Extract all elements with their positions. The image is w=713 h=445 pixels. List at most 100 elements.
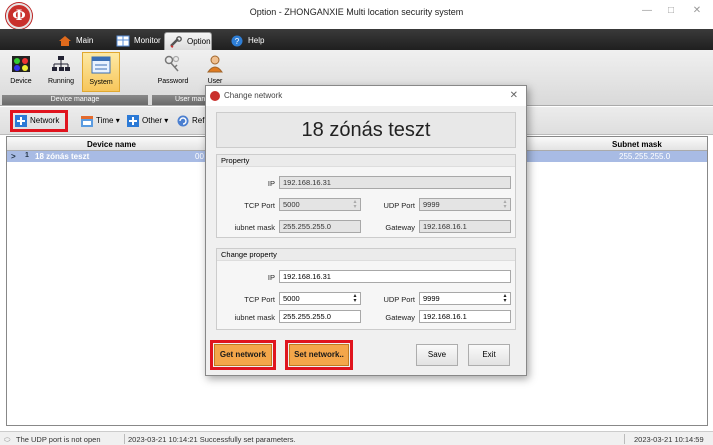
change-property-group-title: Change property xyxy=(217,249,515,261)
change-network-dialog: Change network ✕ 18 zónás teszt Property… xyxy=(205,85,527,376)
tab-main-label: Main xyxy=(76,36,94,45)
system-button[interactable]: System xyxy=(82,52,120,92)
subnet-mask-input[interactable]: 255.255.255.0 xyxy=(279,310,361,323)
help-icon: ? xyxy=(231,35,243,47)
subnet-mask-readonly-field: 255.255.255.0 xyxy=(279,220,361,233)
save-button[interactable]: Save xyxy=(416,344,458,366)
chevron-down-icon: ▾ xyxy=(113,116,120,125)
app-logo-icon xyxy=(210,91,220,101)
monitor-icon xyxy=(116,35,130,47)
maximize-button[interactable]: □ xyxy=(660,4,682,18)
chevron-down-icon: ▾ xyxy=(162,116,169,125)
udp-port-value: 9999 xyxy=(423,294,440,303)
get-network-button[interactable]: Get network xyxy=(214,344,272,366)
change-property-group: Change property IP 192.168.16.31 TCP Por… xyxy=(216,248,516,330)
status-clock: 2023-03-21 10:14:59 xyxy=(634,435,704,444)
property-group: Property IP 192.168.16.31 TCP Port 5000 … xyxy=(216,154,516,238)
refresh-icon xyxy=(177,115,189,127)
title-bar: Ф Option - ZHONGANXIE Multi location sec… xyxy=(0,0,713,30)
svg-text:?: ? xyxy=(235,37,240,46)
wrench-icon xyxy=(170,36,182,48)
set-network-button[interactable]: Set network.. xyxy=(289,344,349,366)
gateway-readonly-field: 192.168.16.1 xyxy=(419,220,511,233)
user-button-label: User xyxy=(207,78,223,85)
spinner-icon[interactable]: ▴ ▾ xyxy=(352,293,358,304)
home-icon xyxy=(59,36,71,46)
status-udp: The UDP port is not open xyxy=(16,435,101,444)
gateway-label: Gateway xyxy=(385,313,415,322)
udp-port-readonly-field: 9999 ▴ ▾ xyxy=(419,198,511,211)
subnet-mask-label: iubnet mask xyxy=(234,313,275,322)
gateway-label: Gateway xyxy=(385,223,415,232)
row-subnet-mask: 255.255.255.0 xyxy=(619,152,671,161)
network-highlight-frame xyxy=(10,110,68,132)
ip-label: IP xyxy=(267,179,275,188)
tab-help[interactable]: ? Help xyxy=(226,32,272,50)
tcp-port-value: 5000 xyxy=(283,294,300,303)
running-button[interactable]: Running xyxy=(42,52,80,92)
add-icon xyxy=(127,115,139,127)
tab-help-label: Help xyxy=(248,36,265,45)
status-divider xyxy=(124,434,125,444)
tab-option-label: Option xyxy=(187,37,211,46)
tcp-port-label: TCP Port xyxy=(244,295,275,304)
ip-label: IP xyxy=(267,273,275,282)
device-title: 18 zónás teszt xyxy=(216,112,516,148)
ip-input[interactable]: 192.168.16.31 xyxy=(279,270,511,283)
device-icon xyxy=(12,56,30,72)
spinner-icon[interactable]: ▴ ▾ xyxy=(502,293,508,304)
spinner-icon: ▴ ▾ xyxy=(353,199,357,210)
time-dropdown[interactable]: Time ▾ xyxy=(80,113,120,129)
device-manage-group-label: Device manage xyxy=(2,95,148,105)
close-button[interactable]: ✕ xyxy=(686,4,708,18)
tcp-port-value: 5000 xyxy=(283,200,300,209)
spinner-icon: ▴ ▾ xyxy=(503,199,507,210)
status-divider xyxy=(624,434,625,444)
udp-port-value: 9999 xyxy=(423,200,440,209)
password-button[interactable]: Password xyxy=(154,52,192,92)
udp-port-label: UDP Port xyxy=(383,201,415,210)
status-indicator-icon: ⬭ xyxy=(4,435,11,444)
tab-monitor-label: Monitor xyxy=(134,36,161,45)
tcp-port-label: TCP Port xyxy=(244,201,275,210)
row-expander[interactable]: > xyxy=(11,152,16,161)
status-message: 2023-03-21 10:14:21 Successfully set par… xyxy=(128,435,296,444)
minimize-button[interactable]: — xyxy=(636,4,658,18)
other-dropdown-label: Other xyxy=(142,116,163,125)
column-subnet-mask[interactable]: Subnet mask xyxy=(612,140,662,149)
status-bar: ⬭ The UDP port is not open 2023-03-21 10… xyxy=(0,431,713,445)
ribbon-tab-bar: Main Monitor Option ? Help xyxy=(0,29,713,50)
system-window-icon xyxy=(91,56,111,74)
ip-readonly-field: 192.168.16.31 xyxy=(279,176,511,189)
keys-icon xyxy=(164,55,180,72)
tab-monitor[interactable]: Monitor xyxy=(112,32,168,50)
tab-option[interactable]: Option xyxy=(164,32,212,50)
tcp-port-stepper[interactable]: 5000 ▴ ▾ xyxy=(279,292,361,305)
row-id-fragment: 00 xyxy=(195,152,204,161)
network-tree-icon xyxy=(52,56,70,71)
row-index: 1 xyxy=(25,152,29,159)
column-device-name[interactable]: Device name xyxy=(87,140,136,149)
subnet-mask-label: iubnet mask xyxy=(234,223,275,232)
device-button[interactable]: Device xyxy=(2,52,40,92)
password-button-label: Password xyxy=(157,78,189,85)
udp-port-label: UDP Port xyxy=(383,295,415,304)
running-button-label: Running xyxy=(47,78,75,85)
gateway-input[interactable]: 192.168.16.1 xyxy=(419,310,511,323)
dialog-title-bar: Change network ✕ xyxy=(206,86,526,106)
tcp-port-readonly-field: 5000 ▴ ▾ xyxy=(279,198,361,211)
device-button-label: Device xyxy=(10,78,32,85)
dialog-title: Change network xyxy=(224,91,283,100)
udp-port-stepper[interactable]: 9999 ▴ ▾ xyxy=(419,292,511,305)
other-dropdown[interactable]: Other ▾ xyxy=(126,113,168,129)
calendar-icon xyxy=(81,116,93,127)
property-group-title: Property xyxy=(217,155,515,167)
time-dropdown-label: Time xyxy=(96,116,114,125)
user-icon xyxy=(207,55,223,73)
row-device-name: 18 zónás teszt xyxy=(35,152,90,161)
system-button-label: System xyxy=(89,79,113,86)
tab-main[interactable]: Main xyxy=(54,32,110,50)
exit-button[interactable]: Exit xyxy=(468,344,510,366)
dialog-close-button[interactable]: ✕ xyxy=(510,86,518,106)
window-title: Option - ZHONGANXIE Multi location secur… xyxy=(249,7,464,17)
